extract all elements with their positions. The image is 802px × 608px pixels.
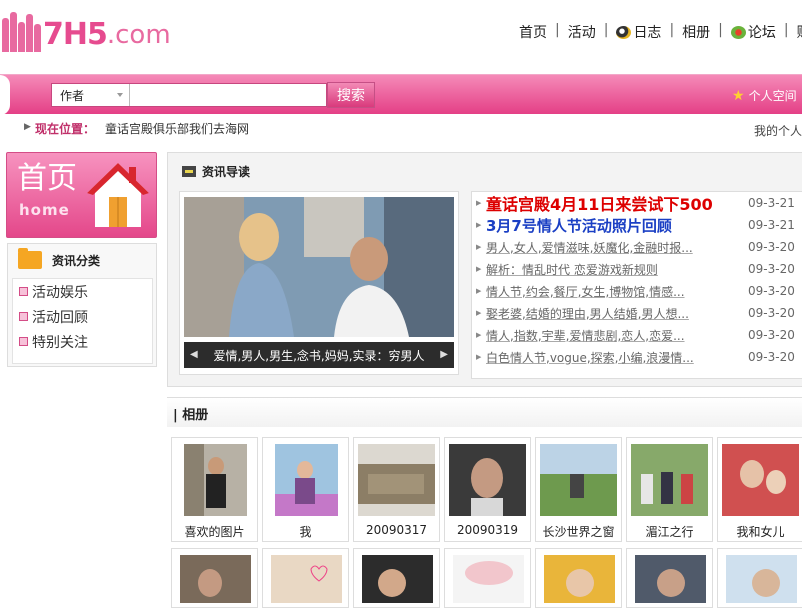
album-thumbnail[interactable] [180,555,251,603]
nav-forum[interactable]: 论坛 [730,22,776,42]
category-item[interactable]: 活动娱乐 [13,279,152,304]
news-title: 资讯导读 [202,165,251,179]
news-item[interactable]: ▶ 娶老婆,结婚的理由,男人结婚,男人想... 09-3-20 [472,302,802,324]
news-item[interactable]: ▶ 3月7号情人节活动照片回顾 09-3-21 [472,214,802,236]
news-item[interactable]: ▶ 情人,指数,宇辈,爱情悲剧,恋人,恋爱... 09-3-20 [472,324,802,346]
album-thumbnail[interactable] [544,555,615,603]
search-button[interactable]: 搜索 [327,82,375,108]
album-card[interactable]: 喜欢的图片 [171,437,258,542]
top-nav: 首页 | 活动 | 日志 | 相册 | 论坛 | 购物 [519,22,802,42]
arrow-right-icon: ▶ [476,309,482,317]
arrow-right-icon: ▶ [476,265,482,273]
album-card[interactable]: 我 [262,437,349,542]
search-bar: 作者 搜索 ★ 个人空间 [0,74,802,115]
album-thumbnail[interactable] [271,555,342,603]
album-thumbnail[interactable] [631,444,708,516]
album-card[interactable]: 湄江之行 [626,437,713,542]
bullet-icon [19,337,28,346]
featured-photo: ◀ 爱情,男人,男生,念书,妈妈,实录：穷男人 ▶ [179,191,459,375]
arrow-right-icon: ▶ [476,243,482,251]
chevron-down-icon [117,93,123,97]
category-title: 资讯分类 [52,253,101,268]
nav-home[interactable]: 首页 [519,22,547,42]
category-list: 活动娱乐 活动回顾 特别关注 [12,278,153,364]
album-thumbnail[interactable] [726,555,797,603]
logo-domain: .com [106,20,171,50]
album-card[interactable] [717,548,802,608]
album-thumbnail[interactable] [635,555,706,603]
arrow-right-icon: ▶ [24,122,31,132]
album-card[interactable]: 20090319 [444,437,531,542]
folder-icon [18,248,42,269]
news-list: ▶ 童话宫殿4月11日来尝试下500 09-3-21 ▶ 3月7号情人节活动照片回顾 0… [471,191,802,379]
nav-activity[interactable]: 活动 [568,22,596,42]
news-item[interactable]: ▶ 童话宫殿4月11日来尝试下500 09-3-21 [472,192,802,214]
album-thumbnail[interactable] [362,555,433,603]
search-type-select[interactable]: 作者 [52,84,130,106]
album-thumbnail[interactable] [453,555,524,603]
featured-image[interactable] [184,197,454,337]
album-thumbnail[interactable] [722,444,799,516]
album-thumbnail[interactable] [449,444,526,516]
arrow-right-icon: ▶ [476,353,482,361]
news-item[interactable]: ▶ 解析：情乱时代 恋爱游戏新规则 09-3-20 [472,258,802,280]
logo-brand: 7H5 [43,17,108,52]
photo-caption: ◀ 爱情,男人,男生,念书,妈妈,实录：穷男人 ▶ [184,342,454,368]
news-item[interactable]: ▶ 情人节,约会,餐厅,女生,博物馆,情感... 09-3-20 [472,280,802,302]
next-arrow-icon[interactable]: ▶ [440,349,448,360]
arrow-right-icon: ▶ [476,199,482,207]
album-thumbnail[interactable] [358,444,435,516]
album-title: | 相册 [173,408,209,423]
house-icon [87,163,149,227]
my-personal-link[interactable]: 我的个人 [754,122,802,139]
bullet-icon [19,312,28,321]
collapse-icon[interactable] [182,166,196,177]
category-item[interactable]: 活动回顾 [13,304,152,329]
prev-arrow-icon[interactable]: ◀ [190,349,198,360]
album-thumbnail[interactable] [275,444,338,516]
arrow-right-icon: ▶ [476,221,482,229]
album-card[interactable]: 20090317 [353,437,440,542]
search-box: 作者 [51,83,327,107]
bullet-icon [19,287,28,296]
site-logo[interactable]: 7H5 .com [2,8,171,52]
blog-icon [616,25,632,39]
album-thumbnail[interactable] [540,444,617,516]
arrow-right-icon: ▶ [476,287,482,295]
star-icon: ★ [732,87,745,104]
album-card[interactable] [535,548,622,608]
category-item[interactable]: 特别关注 [13,329,152,354]
album-card[interactable] [171,548,258,608]
header: 7H5 .com 首页 | 活动 | 日志 | 相册 | 论坛 | 购物 [0,0,802,74]
album-card[interactable] [262,548,349,608]
nav-blog[interactable]: 日志 [616,22,661,42]
forum-icon [730,25,746,39]
album-card[interactable] [353,548,440,608]
news-item[interactable]: ▶ 男人,女人,爱情滋味,妖魔化,金融时报... 09-3-20 [472,236,802,258]
logo-people-icon [2,12,41,52]
news-item[interactable]: ▶ 白色情人节,vogue,探索,小编,浪漫情... 09-3-20 [472,346,802,368]
album-card[interactable]: 我和女儿 [717,437,802,542]
album-header: | 相册 [167,397,802,427]
nav-album[interactable]: 相册 [682,22,710,42]
news-panel: 资讯导读 ◀ 爱情,男人,男生,念书,妈妈,实录：穷男人 ▶ ▶ 童话宫殿4月11… [167,152,802,387]
album-card[interactable] [626,548,713,608]
breadcrumb-path[interactable]: 童话宫殿俱乐部我们去海网 [105,120,249,137]
search-input[interactable] [130,84,326,106]
home-banner[interactable]: 首页 home [6,152,157,238]
arrow-right-icon: ▶ [476,331,482,339]
album-card[interactable] [444,548,531,608]
category-panel: 资讯分类 活动娱乐 活动回顾 特别关注 [7,243,157,367]
personal-space-link[interactable]: ★ 个人空间 [732,87,797,104]
album-thumbnail[interactable] [184,444,247,516]
album-card[interactable]: 长沙世界之窗 [535,437,622,542]
nav-shop[interactable]: 购物 [797,22,802,42]
breadcrumb: ▶ 现在位置： 童话宫殿俱乐部我们去海网 我的个人 [24,120,802,139]
